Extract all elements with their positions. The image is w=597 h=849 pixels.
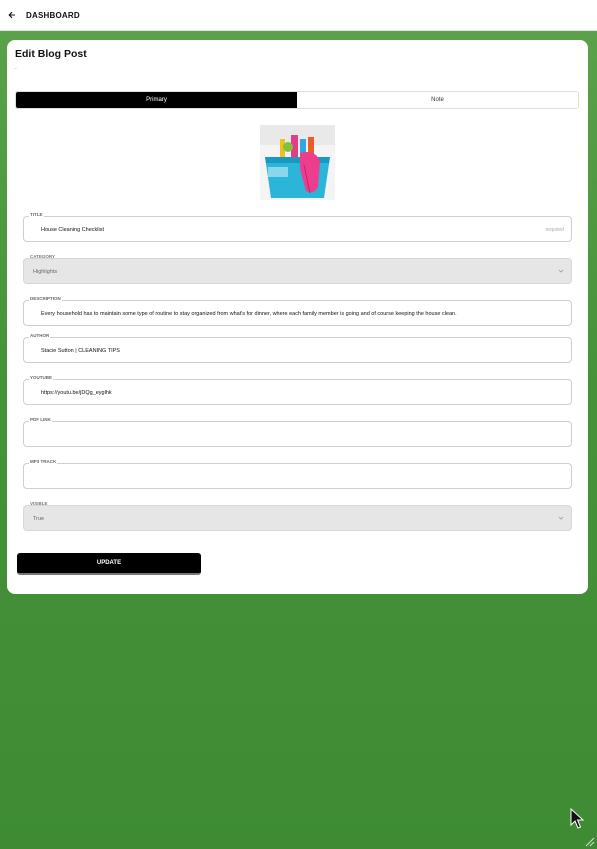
title-field[interactable]: TITLE House Cleaning Checklist required	[23, 212, 572, 242]
pdf-link-label: PDF LINK	[29, 417, 52, 422]
description-label: DESCRIPTION	[29, 296, 62, 301]
update-button[interactable]: UPDATE	[17, 553, 201, 575]
category-label: CATEGORY	[30, 254, 56, 259]
author-label: AUTHOR	[29, 333, 51, 338]
youtube-field[interactable]: YOUTUBE https://youtu.be/jDQg_eyglhk	[23, 375, 572, 405]
mp3-track-field[interactable]: MP3 TRACK	[23, 459, 572, 489]
description-value: Every household has to maintain some typ…	[41, 311, 457, 317]
youtube-value: https://youtu.be/jDQg_eyglhk	[41, 390, 112, 396]
category-value: Highlights	[33, 269, 58, 275]
cleaning-bucket-image	[260, 125, 335, 200]
title-label: TITLE	[29, 212, 44, 217]
title-required-hint: required	[545, 227, 564, 233]
page-title: Edit Blog Post	[15, 48, 87, 60]
youtube-label: YOUTUBE	[29, 375, 54, 380]
top-bar: DASHBOARD	[0, 0, 597, 31]
description-field[interactable]: DESCRIPTION Every household has to maint…	[23, 296, 572, 326]
post-image[interactable]	[260, 125, 335, 200]
arrow-left-icon[interactable]	[8, 10, 18, 20]
tab-bar: Primary Note	[15, 91, 579, 109]
edit-post-card: Edit Blog Post - Primary Note TITLE Hous…	[7, 40, 588, 594]
visible-value: True	[33, 516, 45, 522]
tab-note[interactable]: Note	[297, 92, 578, 108]
dashboard-title[interactable]: DASHBOARD	[26, 11, 80, 20]
tab-primary[interactable]: Primary	[16, 92, 297, 108]
chevron-down-icon	[558, 269, 564, 273]
visible-select[interactable]: VISIBLE True	[23, 501, 572, 531]
mouse-cursor-icon	[570, 808, 584, 829]
author-field[interactable]: AUTHOR Stacie Sutton | CLEANING TIPS	[23, 333, 572, 363]
chevron-down-icon	[558, 516, 564, 520]
author-value: Stacie Sutton | CLEANING TIPS	[41, 348, 120, 354]
page-subtitle: -	[15, 66, 17, 72]
resize-handle-icon[interactable]	[583, 835, 595, 847]
category-select[interactable]: CATEGORY Highlights	[23, 254, 572, 284]
mp3-track-label: MP3 TRACK	[29, 459, 58, 464]
title-value: House Cleaning Checklist	[41, 227, 104, 233]
visible-label: VISIBLE	[30, 501, 48, 506]
pdf-link-field[interactable]: PDF LINK	[23, 417, 572, 447]
